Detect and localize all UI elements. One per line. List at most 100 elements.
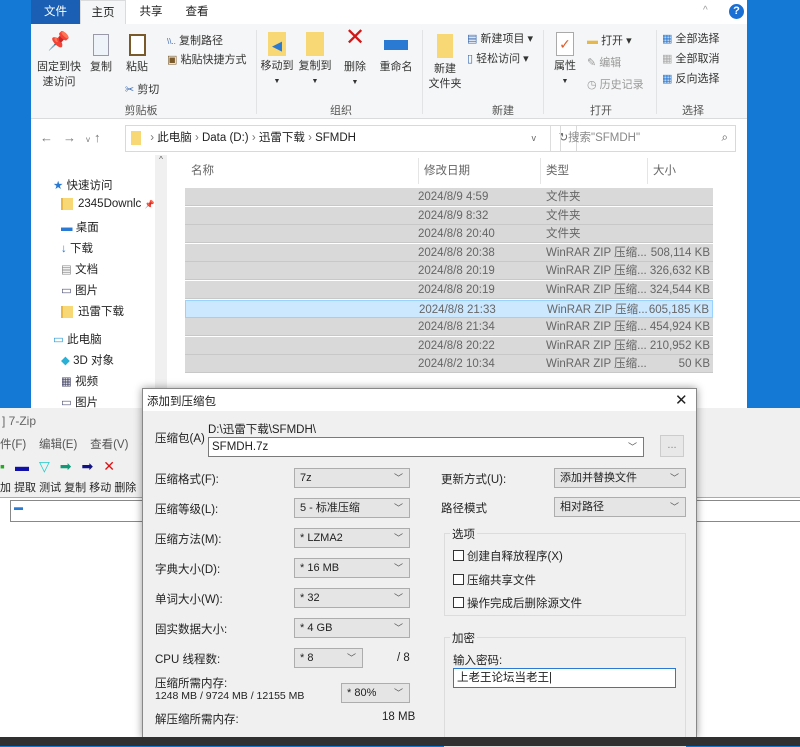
cpu-threads-select[interactable]: * 8 ﹀ (294, 648, 363, 668)
nav-this-pc[interactable]: ▭ 此电脑 (53, 331, 102, 347)
open-button[interactable]: ▬ 打开 ▾ (587, 32, 632, 48)
new-folder-button[interactable]: 新建 文件夹 (425, 34, 465, 92)
file-date: 2024/8/9 4:59 (418, 191, 489, 203)
close-icon[interactable]: ✕ (675, 391, 688, 409)
nav-item[interactable]: ↓ 下载 (61, 240, 93, 256)
breadcrumb-item[interactable]: SFMDH (315, 132, 356, 144)
copy-icon[interactable]: ➡ (60, 458, 82, 474)
new-item-button[interactable]: ▤ 新建项目 ▾ (467, 30, 533, 46)
delete-after-checkbox[interactable]: 操作完成后删除源文件 (453, 595, 582, 611)
file-row[interactable]: Posters - Writtings - Comics 2024/8/9 8:… (185, 206, 713, 225)
menu-view[interactable]: 查看(V) (90, 439, 128, 451)
search-input[interactable]: 搜索"SFMDH" ⌕ (560, 125, 736, 152)
format-select[interactable]: 7z ﹀ (294, 468, 410, 488)
history-button[interactable]: ◷ 历史记录 (587, 76, 644, 92)
toolbar-add[interactable]: 加 (0, 482, 11, 494)
help-icon[interactable]: ? (729, 4, 744, 19)
tab-file[interactable]: 文件 (31, 0, 80, 24)
file-row[interactable]: SFMDH_Anims_2024_April-July-xa8dA... 202… (185, 299, 713, 318)
add-icon[interactable]: ▪ (0, 458, 15, 474)
breadcrumb-item[interactable]: 此电脑 (157, 132, 192, 144)
tab-view[interactable]: 查看 (177, 0, 217, 24)
nav-item[interactable]: ▬ 桌面 (61, 219, 99, 235)
paste-shortcut-button[interactable]: ▣ 粘贴快捷方式 (167, 51, 246, 67)
archive-name-input[interactable]: SFMDH.7z ﹀ (208, 437, 644, 457)
file-row[interactable]: SFMDH_Scenario_Lot_Lizard.zip 2024/8/8 2… (185, 336, 713, 355)
column-header-date[interactable]: 修改日期 (418, 158, 470, 184)
copy-path-button[interactable]: \\.. 复制路径 (167, 32, 223, 48)
nav-item[interactable]: ◆ 3D 对象 (61, 352, 114, 368)
update-mode-select[interactable]: 添加并替换文件 ﹀ (554, 468, 686, 488)
tab-home[interactable]: 主页 (80, 0, 126, 24)
password-input[interactable]: 上老王论坛当老王| (453, 668, 676, 688)
back-icon[interactable]: ← (40, 130, 63, 145)
path-mode-select[interactable]: 相对路径 ﹀ (554, 497, 686, 517)
method-select[interactable]: * LZMA2 ﹀ (294, 528, 410, 548)
easy-access-button[interactable]: ▯ 轻松访问 ▾ (467, 50, 529, 66)
menu-file[interactable]: 件(F) (0, 439, 26, 451)
paste-button[interactable]: 粘贴 (121, 34, 153, 75)
chevron-down-icon: ﹀ (627, 442, 637, 452)
level-select[interactable]: 5 - 标准压缩 ﹀ (294, 498, 410, 518)
breadcrumb-item[interactable]: Data (D:) (202, 132, 249, 144)
test-icon[interactable]: ▽ (39, 458, 60, 474)
edit-button[interactable]: ✎ 编辑 (587, 54, 621, 70)
copy-to-button[interactable]: 复制到 ▼ (297, 32, 333, 89)
move-to-label: 移动到 (260, 60, 294, 72)
move-icon[interactable]: ➡ (81, 458, 103, 474)
collapse-ribbon-icon[interactable]: ^ (703, 5, 708, 16)
select-all-button[interactable]: ▦ 全部选择 (662, 30, 719, 46)
file-row[interactable]: SFMDH_Anims_2023_Nov-Dec-JZLdU... 2024/8… (185, 262, 713, 281)
browse-button[interactable]: ... (660, 435, 684, 457)
column-header-type[interactable]: 类型 (540, 158, 569, 184)
address-dropdown-icon[interactable]: v (532, 126, 537, 151)
file-row[interactable]: Loops 2024/8/9 4:59 文件夹 (185, 188, 713, 206)
column-header-size[interactable]: 大小 (647, 158, 676, 184)
memory-percent-select[interactable]: * 80% ﹀ (341, 683, 410, 703)
forward-icon[interactable]: → (63, 130, 86, 145)
file-row[interactable]: SFMDH_Anims_2024_Jan-March.zip 2024/8/8 … (185, 318, 713, 337)
file-row[interactable]: 上老王论坛当老王.zip 2024/8/2 10:34 WinRAR ZIP 压… (185, 355, 713, 374)
file-row[interactable]: SFMDH_Anims_2023_June-Aug.zip 2024/8/8 2… (185, 243, 713, 262)
nav-item[interactable]: ▦ 视频 (61, 373, 98, 389)
invert-selection-button[interactable]: ▦ 反向选择 (662, 70, 719, 86)
sfx-checkbox[interactable]: 创建自释放程序(X) (453, 548, 563, 564)
nav-scrollbar[interactable]: ^ (155, 155, 167, 410)
chevron-down-icon: ﹀ (669, 473, 679, 483)
tab-share[interactable]: 共享 (131, 0, 171, 24)
file-size: 605,185 KB (648, 303, 709, 316)
nav-item[interactable]: 迅雷下载 (61, 303, 124, 319)
toolbar-test[interactable]: 测试 (39, 482, 61, 494)
file-row[interactable]: SFMDH_Anims_2023_Sep-Oct.zip 2024/8/8 20… (185, 281, 713, 299)
nav-quick-access[interactable]: ★ 快速访问 (53, 177, 113, 193)
menu-edit[interactable]: 编辑(E) (39, 439, 77, 451)
delete-button[interactable]: ✕ 删除 ▼ (341, 26, 369, 90)
toolbar-copy[interactable]: 复制 (64, 482, 86, 494)
recent-dropdown-icon[interactable]: v (86, 135, 94, 144)
breadcrumb-item[interactable]: 迅雷下载 (259, 132, 305, 144)
move-to-button[interactable]: ◀ 移动到 ▼ (259, 32, 295, 89)
cut-button[interactable]: ✂ 剪切 (125, 81, 159, 97)
file-row[interactable]: Short Films 2024/8/8 20:40 文件夹 (185, 225, 713, 244)
toolbar-extract[interactable]: 提取 (14, 482, 36, 494)
select-none-button[interactable]: ▦ 全部取消 (662, 50, 719, 66)
address-bar[interactable]: › 此电脑 › Data (D:) › 迅雷下载 › SFMDH v ↻ (125, 125, 577, 152)
solid-block-select[interactable]: * 4 GB ﹀ (294, 618, 410, 638)
properties-button[interactable]: ✓ 属性 ▼ (549, 32, 581, 89)
word-size-select[interactable]: * 32 ﹀ (294, 588, 410, 608)
nav-item[interactable]: ▤ 文档 (61, 261, 98, 277)
toolbar-move[interactable]: 移动 (89, 482, 111, 494)
file-type: WinRAR ZIP 压缩... (546, 265, 647, 278)
shared-files-checkbox[interactable]: 压缩共享文件 (453, 572, 536, 588)
nav-item[interactable]: ▭ 图片 (61, 282, 98, 298)
pin-quick-access-button[interactable]: 📌 固定到快 速访问 (35, 32, 83, 90)
toolbar-delete[interactable]: 删除 (114, 482, 136, 494)
rename-button[interactable]: 重命名 (376, 34, 416, 75)
copy-button[interactable]: 复制 (85, 34, 117, 75)
delete-icon[interactable]: ✕ (103, 458, 125, 474)
extract-icon[interactable]: ▬ (15, 458, 39, 474)
nav-item[interactable]: 2345Downlc 📌 (61, 198, 154, 210)
column-header-name[interactable]: 名称 (191, 158, 214, 184)
up-icon[interactable]: ↑ (94, 130, 111, 145)
dictionary-select[interactable]: * 16 MB ﹀ (294, 558, 410, 578)
